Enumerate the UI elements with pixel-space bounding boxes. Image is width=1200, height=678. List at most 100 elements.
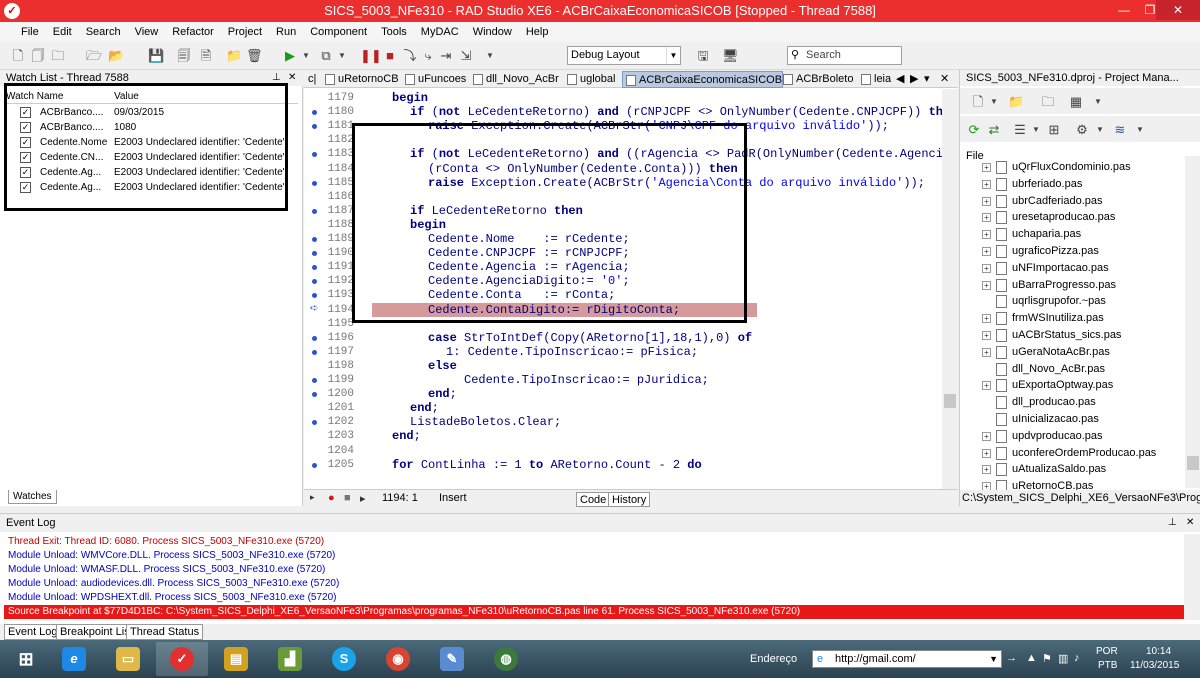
tab-breakpoint-list[interactable]: Breakpoint List	[56, 624, 137, 640]
new-dropdown-icon[interactable]: ▼	[986, 94, 1002, 110]
search-input[interactable]: ⚲ Search	[787, 46, 902, 65]
tab-code[interactable]: Code	[576, 492, 611, 507]
minimize-button[interactable]: —	[1110, 0, 1138, 20]
taskbar-app[interactable]: ▤	[210, 642, 262, 676]
code-line[interactable]: else	[428, 359, 457, 373]
address-dropdown-icon[interactable]: ▼	[989, 651, 998, 667]
open-icon[interactable]: 🗀	[50, 48, 66, 64]
refresh-icon[interactable]: ⟳	[966, 122, 982, 138]
sort-dropdown-icon[interactable]: ▼	[1028, 122, 1044, 138]
trace-icon[interactable]: ⤷	[420, 48, 436, 64]
breakpoint-marker-icon[interactable]	[312, 237, 317, 242]
more-tools-dropdown-icon[interactable]: ▼	[482, 48, 498, 64]
menu-help[interactable]: Help	[519, 26, 556, 38]
taskbar-chrome[interactable]: ◉	[372, 642, 424, 676]
project-scrollbar[interactable]	[1185, 156, 1200, 488]
expand-node-icon[interactable]: +	[982, 163, 991, 172]
menu-run[interactable]: Run	[269, 26, 303, 38]
event-log-entry[interactable]: Thread Exit: Thread ID: 6080. Process SI…	[8, 535, 324, 548]
tabs-dropdown-icon[interactable]: ▾	[922, 71, 930, 88]
breakpoint-marker-icon[interactable]	[312, 378, 317, 383]
add-file-icon[interactable]: 📁	[226, 48, 242, 64]
menu-view[interactable]: View	[128, 26, 166, 38]
build-dropdown-icon[interactable]: ▼	[1092, 122, 1108, 138]
address-go-icon[interactable]: →	[1006, 652, 1017, 664]
tab-scroll-left[interactable]: c|	[304, 71, 316, 88]
breakpoint-marker-icon[interactable]	[312, 180, 317, 186]
sync-icon[interactable]: ⇄	[986, 122, 1002, 138]
expand-node-icon[interactable]: +	[982, 179, 991, 189]
gutter-toggle-icon[interactable]: ▸	[310, 492, 315, 503]
view-dropdown-icon[interactable]: ▼	[1090, 94, 1106, 110]
taskbar-paint[interactable]: ✎	[426, 642, 478, 676]
run-without-debug-icon[interactable]: ⧉	[318, 48, 334, 64]
add-folder-icon[interactable]: 📁	[1008, 94, 1024, 110]
new-items-icon[interactable]: 🗍	[30, 48, 46, 64]
tab-thread-status[interactable]: Thread Status	[126, 624, 204, 640]
editor-scrollbar[interactable]	[942, 89, 958, 489]
scrollbar-thumb[interactable]	[944, 394, 956, 408]
taskbar-ie[interactable]: e	[48, 642, 100, 676]
menu-search[interactable]: Search	[79, 26, 128, 38]
open-project-icon[interactable]: 🗁	[86, 48, 102, 64]
chevron-down-icon[interactable]: ▼	[666, 47, 680, 64]
tray-volume-icon[interactable]: ♪	[1074, 652, 1080, 664]
breakpoint-marker-icon[interactable]	[312, 208, 317, 214]
event-log-entry[interactable]: Module Unload: WMASF.DLL. Process SICS_5…	[8, 563, 325, 576]
taskbar-skype[interactable]: S	[318, 642, 370, 676]
taskbar-rad-studio[interactable]: ✓	[156, 642, 208, 676]
event-log-selected-entry[interactable]: Source Breakpoint at $77D4D1BC: C:\Syste…	[4, 605, 1184, 619]
event-log-entry[interactable]: Module Unload: audiodevices.dll. Process…	[8, 577, 339, 590]
close-tab-icon[interactable]: ✕	[938, 71, 949, 88]
expand-node-icon[interactable]: +	[982, 280, 991, 290]
set-debug-desktop-icon[interactable]: 🖥	[722, 48, 739, 64]
tab-uretornocb[interactable]: uRetornoCB	[322, 71, 399, 88]
tray-flag-icon[interactable]: ⚑	[1042, 652, 1052, 665]
code-line[interactable]: end;	[428, 387, 457, 401]
run-dropdown-icon[interactable]: ▼	[298, 48, 314, 64]
taskbar-chart-app[interactable]: ▟	[264, 642, 316, 676]
clock-time[interactable]: 10:14	[1146, 646, 1171, 657]
macro-stop-icon[interactable]: ■	[344, 492, 351, 504]
code-line[interactable]: for ContLinha := 1 to ARetorno.Count - 2…	[392, 458, 702, 472]
tabs-left-arrow-icon[interactable]: ◀	[894, 71, 904, 88]
expand-icon[interactable]: ⊞	[1046, 122, 1062, 138]
expand-node-icon[interactable]: +	[982, 263, 991, 273]
address-input[interactable]: e http://gmail.com/ ▼	[812, 650, 1002, 668]
tab-dll-novo-acbr[interactable]: dll_Novo_AcBr	[470, 71, 559, 88]
expand-node-icon[interactable]: +	[982, 381, 991, 391]
tab-history[interactable]: History	[608, 492, 651, 507]
event-log-scrollbar[interactable]	[1184, 534, 1200, 620]
scrollbar-thumb[interactable]	[1187, 456, 1199, 470]
expand-node-icon[interactable]: +	[982, 431, 991, 441]
code-line[interactable]: end;	[410, 401, 439, 415]
save-icon[interactable]: 💾	[148, 48, 164, 64]
open-folder-icon[interactable]: 🗀	[1040, 94, 1056, 110]
tab-leia[interactable]: leia	[858, 71, 891, 88]
view-icon[interactable]: ▦	[1068, 94, 1084, 110]
configurations-icon[interactable]: ≋	[1112, 122, 1128, 138]
pin-icon[interactable]: ⊥	[1168, 514, 1177, 532]
expand-node-icon[interactable]: +	[982, 465, 991, 475]
expand-node-icon[interactable]: +	[982, 331, 991, 340]
input-language[interactable]: POR	[1096, 646, 1118, 657]
start-button[interactable]: ⊞	[0, 642, 52, 676]
show-execution-point-icon[interactable]: ⇲	[458, 48, 474, 64]
build-icon[interactable]: ⚙	[1074, 122, 1090, 138]
run-to-cursor-icon[interactable]: ⇥	[438, 48, 454, 64]
menu-project[interactable]: Project	[221, 26, 269, 38]
close-button[interactable]: ✕	[1156, 0, 1200, 20]
remove-file-icon[interactable]: 🗑	[246, 48, 263, 64]
event-log-entry[interactable]: Module Unload: WPDSHEXT.dll. Process SIC…	[8, 591, 337, 604]
menu-mydac[interactable]: MyDAC	[414, 26, 466, 38]
tab-event-log[interactable]: Event Log	[4, 624, 62, 640]
clock-date[interactable]: 11/03/2015	[1130, 660, 1179, 671]
menu-edit[interactable]: Edit	[46, 26, 79, 38]
breakpoint-marker-icon[interactable]	[312, 335, 317, 341]
configurations-dropdown-icon[interactable]: ▼	[1132, 122, 1148, 138]
code-line[interactable]: ListadeBoletos.Clear;	[410, 415, 561, 429]
expand-node-icon[interactable]: +	[982, 247, 991, 256]
expand-node-icon[interactable]: +	[982, 314, 991, 324]
menu-window[interactable]: Window	[466, 26, 519, 38]
code-line[interactable]: 1: Cedente.TipoInscricao:= pFisica;	[446, 345, 698, 359]
